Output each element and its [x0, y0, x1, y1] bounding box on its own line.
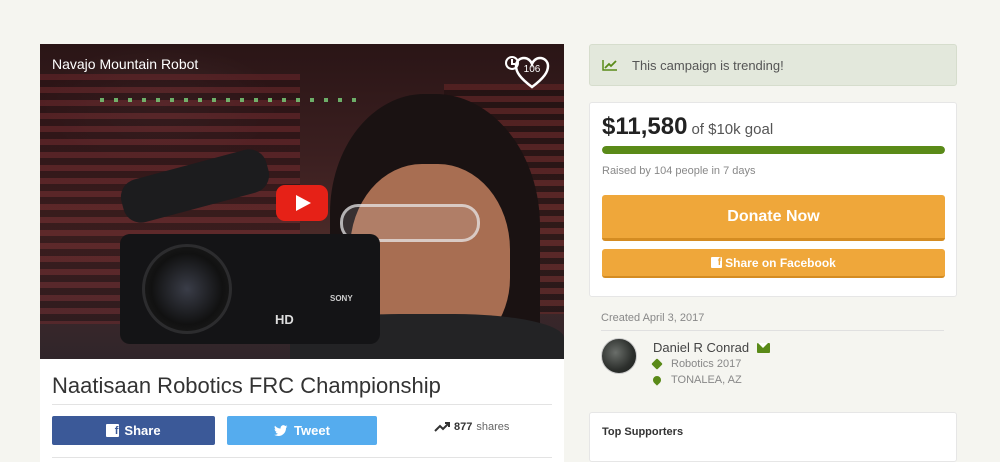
tweet-button[interactable]: Tweet [227, 416, 377, 445]
location-text: TONALEA, AZ [671, 374, 742, 386]
tweet-label: Tweet [294, 423, 330, 438]
raised-summary: $11,580 of $10k goal [602, 113, 773, 141]
avatar[interactable] [601, 338, 637, 374]
camera-lens [142, 244, 232, 334]
divider [601, 330, 944, 331]
created-date: Created April 3, 2017 [601, 312, 705, 324]
camera-hd-label: HD [275, 312, 294, 327]
divider [52, 457, 552, 458]
map-pin-icon [651, 374, 663, 386]
funding-progress-bar [602, 146, 945, 154]
campaign-video[interactable]: HD SONY Navajo Mountain Robot 106 [40, 44, 564, 359]
share-label: Share [124, 423, 161, 438]
trending-text: This campaign is trending! [632, 57, 784, 73]
divider [52, 404, 552, 405]
share-on-facebook-label: Share on Facebook [725, 255, 836, 270]
goal-text: of $10k goal [691, 121, 774, 138]
shares-label: shares [476, 421, 510, 433]
campaign-title: Naatisaan Robotics FRC Championship [52, 373, 441, 398]
category-row: Robotics 2017 [651, 358, 741, 370]
raised-by-text: Raised by 104 people in 7 days [602, 165, 756, 177]
raised-amount: $11,580 [602, 113, 688, 140]
top-supporters-card: Top Supporters [589, 412, 957, 462]
mail-icon[interactable] [757, 342, 771, 353]
category-link[interactable]: Robotics 2017 [671, 358, 741, 370]
tag-icon [651, 358, 663, 370]
top-supporters-title: Top Supporters [602, 426, 684, 438]
organizer-name[interactable]: Daniel R Conrad [653, 340, 749, 355]
campaign-card: Naatisaan Robotics FRC Championship [40, 359, 564, 462]
funding-card: $11,580 of $10k goal Raised by 104 peopl… [589, 102, 957, 297]
twitter-icon [274, 424, 288, 436]
donate-button[interactable]: Donate Now [602, 195, 945, 241]
facebook-icon: f [711, 257, 723, 268]
trending-up-icon [602, 60, 617, 71]
video-title[interactable]: Navajo Mountain Robot [52, 56, 198, 72]
arena-lights [100, 98, 360, 102]
share-count: 877 shares [434, 421, 509, 433]
shares-count: 877 [454, 421, 473, 433]
location-row: TONALEA, AZ [651, 374, 742, 386]
heart-button[interactable]: 106 [514, 56, 550, 90]
trending-banner: This campaign is trending! [589, 44, 957, 86]
facebook-icon: f [106, 424, 120, 437]
camera-brand-label: SONY [330, 294, 353, 303]
organizer-row: Daniel R Conrad [653, 340, 771, 355]
heart-count: 106 [523, 64, 541, 75]
trending-up-icon [434, 422, 450, 432]
play-button[interactable] [276, 185, 328, 221]
funding-progress-fill [602, 146, 945, 154]
facebook-share-button[interactable]: f Share [52, 416, 215, 445]
share-on-facebook-button[interactable]: f Share on Facebook [602, 249, 945, 278]
